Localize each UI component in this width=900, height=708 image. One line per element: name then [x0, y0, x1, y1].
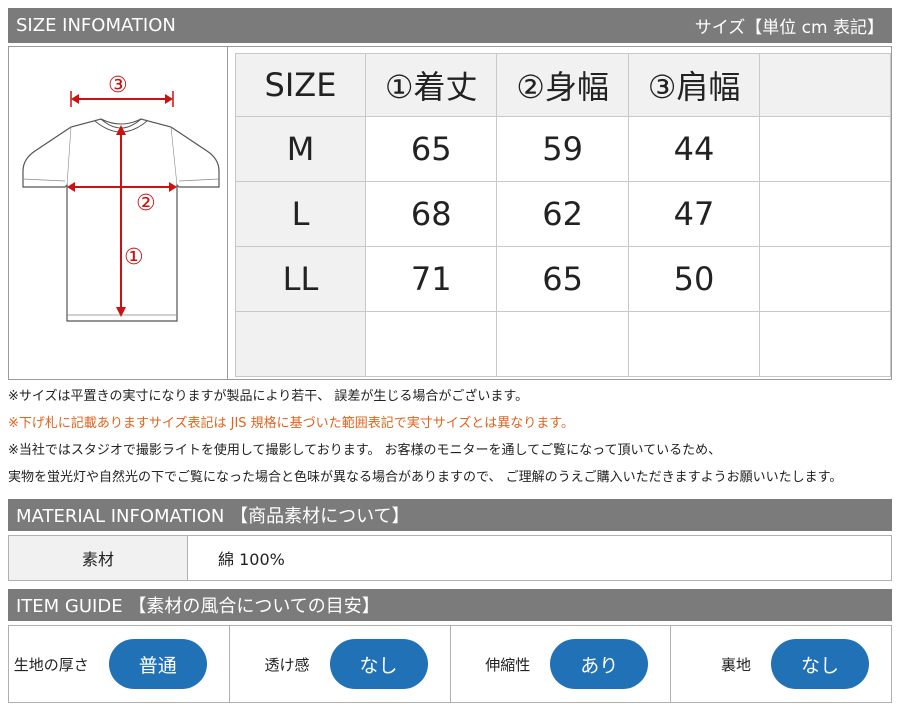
guide-badge: なし [771, 639, 869, 689]
table-cell: 59 [496, 116, 629, 182]
table-cell: 47 [627, 181, 761, 247]
table-cell [759, 116, 891, 182]
guide-label: 裏地 [720, 655, 751, 674]
size-table: SIZE ①着丈 ②身幅 ③肩幅 M 65 59 44 L 68 62 47 L… [235, 53, 891, 377]
table-cell [364, 311, 498, 377]
header-shoulder: ③肩幅 [627, 53, 761, 117]
size-info-title: SIZE INFOMATION [16, 15, 176, 36]
header-empty [759, 53, 891, 117]
table-cell [496, 311, 629, 377]
material-row: 素材 綿 100% [8, 535, 892, 581]
header-size: SIZE [235, 53, 366, 117]
item-guide-header: ITEM GUIDE 【素材の風合についての目安】 [8, 589, 892, 621]
item-guide-row: 生地の厚さ 普通 透け感 なし 伸縮性 あり 裏地 なし [8, 625, 892, 703]
table-cell: 68 [364, 181, 498, 247]
guide-transparency: 透け感 なし [230, 626, 451, 702]
size-info-header: SIZE INFOMATION サイズ【単位 cm 表記】 [8, 8, 892, 43]
table-cell: 71 [364, 246, 498, 312]
table-cell [759, 246, 891, 312]
table-cell [759, 181, 891, 247]
table-row: M 65 59 44 [235, 116, 891, 182]
table-cell [627, 311, 761, 377]
unit-note: サイズ【単位 cm 表記】 [694, 18, 884, 38]
shirt-diagram: ③ ② ① [9, 47, 228, 379]
size-section: ③ ② ① SIZE ①着丈 ②身幅 ③肩幅 M 65 59 44 L 68 6… [8, 46, 892, 380]
marker-1: ① [124, 245, 144, 270]
size-label: L [235, 181, 366, 247]
table-cell: 65 [364, 116, 498, 182]
material-label: 素材 [9, 536, 188, 580]
guide-label: 生地の厚さ [13, 655, 89, 674]
size-label [235, 311, 366, 377]
guide-label: 透け感 [264, 655, 310, 674]
guide-badge: 普通 [108, 639, 207, 689]
marker-3: ③ [108, 73, 128, 98]
size-label: LL [235, 246, 366, 312]
header-width: ②身幅 [496, 53, 629, 117]
note-line: ※サイズは平置きの実寸になりますが製品により若干、 誤差が生じる場合がございます… [8, 389, 529, 404]
guide-badge: あり [550, 639, 649, 689]
material-value: 綿 100% [218, 550, 285, 569]
table-cell: 44 [627, 116, 761, 182]
guide-label: 伸縮性 [485, 655, 531, 674]
guide-stretch: 伸縮性 あり [451, 626, 672, 702]
note-line: ※当社ではスタジオで撮影ライトを使用して撮影しております。 お客様のモニターを通… [8, 443, 722, 458]
material-info-header: MATERIAL INFOMATION 【商品素材について】 [8, 499, 892, 531]
note-line-highlight: ※下げ札に記載ありますサイズ表記は JIS 規格に基づいた範囲表記で実寸サイズと… [8, 416, 574, 431]
guide-badge: なし [329, 639, 428, 689]
size-table-header-row: SIZE ①着丈 ②身幅 ③肩幅 [235, 53, 891, 117]
material-info-title: MATERIAL INFOMATION 【商品素材について】 [16, 506, 410, 527]
guide-thickness: 生地の厚さ 普通 [9, 626, 230, 702]
header-length: ①着丈 [364, 53, 498, 117]
table-row [235, 311, 891, 377]
table-cell: 65 [496, 246, 629, 312]
item-guide-title: ITEM GUIDE 【素材の風合についての目安】 [16, 596, 380, 617]
table-cell: 50 [627, 246, 761, 312]
size-label: M [235, 116, 366, 182]
table-row: LL 71 65 50 [235, 246, 891, 312]
note-line: 実物を蛍光灯や自然光の下でご覧になった場合と色味が異なる場合がありますので、 ご… [8, 470, 843, 485]
guide-lining: 裏地 なし [671, 626, 891, 702]
table-cell [759, 311, 891, 377]
marker-2: ② [136, 191, 156, 216]
table-row: L 68 62 47 [235, 181, 891, 247]
table-cell: 62 [496, 181, 629, 247]
size-notes: ※サイズは平置きの実寸になりますが製品により若干、 誤差が生じる場合がございます… [8, 383, 892, 491]
